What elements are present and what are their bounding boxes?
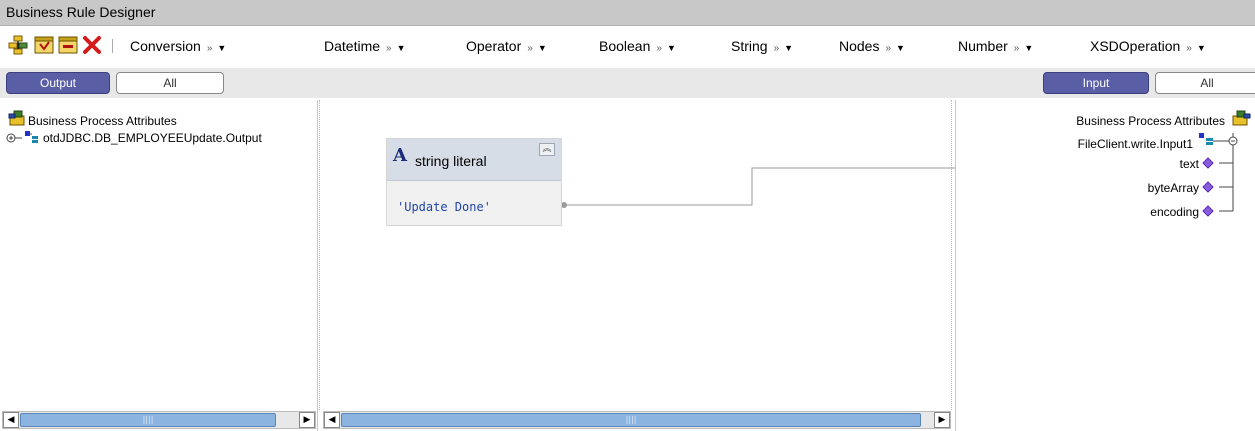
- input-field-encoding[interactable]: encoding: [1150, 205, 1199, 219]
- business-process-icon: [1232, 110, 1251, 126]
- string-literal-node[interactable]: A string literal ︽ 'Update Done': [386, 138, 562, 226]
- input-tree-root-label[interactable]: Business Process Attributes: [1076, 114, 1225, 128]
- input-tree-child-label[interactable]: FileClient.write.Input1: [1078, 137, 1193, 151]
- string-type-icon: A: [393, 145, 407, 166]
- input-tree-connectors: [1199, 133, 1238, 217]
- canvas-hscrollbar[interactable]: ◀ |||| ▶: [323, 411, 951, 429]
- scroll-right-icon[interactable]: ▶: [934, 412, 950, 428]
- input-field-bytearray[interactable]: byteArray: [1148, 181, 1199, 195]
- node-value[interactable]: 'Update Done': [397, 200, 491, 214]
- node-title: string literal: [415, 153, 487, 169]
- collapse-node-button[interactable]: ︽: [539, 143, 555, 156]
- scroll-thumb[interactable]: ||||: [341, 413, 921, 427]
- input-tree-pane: Business Process Attributes FileClient.w…: [955, 100, 1255, 431]
- input-field-text[interactable]: text: [1180, 157, 1199, 171]
- scroll-left-icon[interactable]: ◀: [324, 412, 340, 428]
- node-header[interactable]: A string literal ︽: [387, 139, 561, 181]
